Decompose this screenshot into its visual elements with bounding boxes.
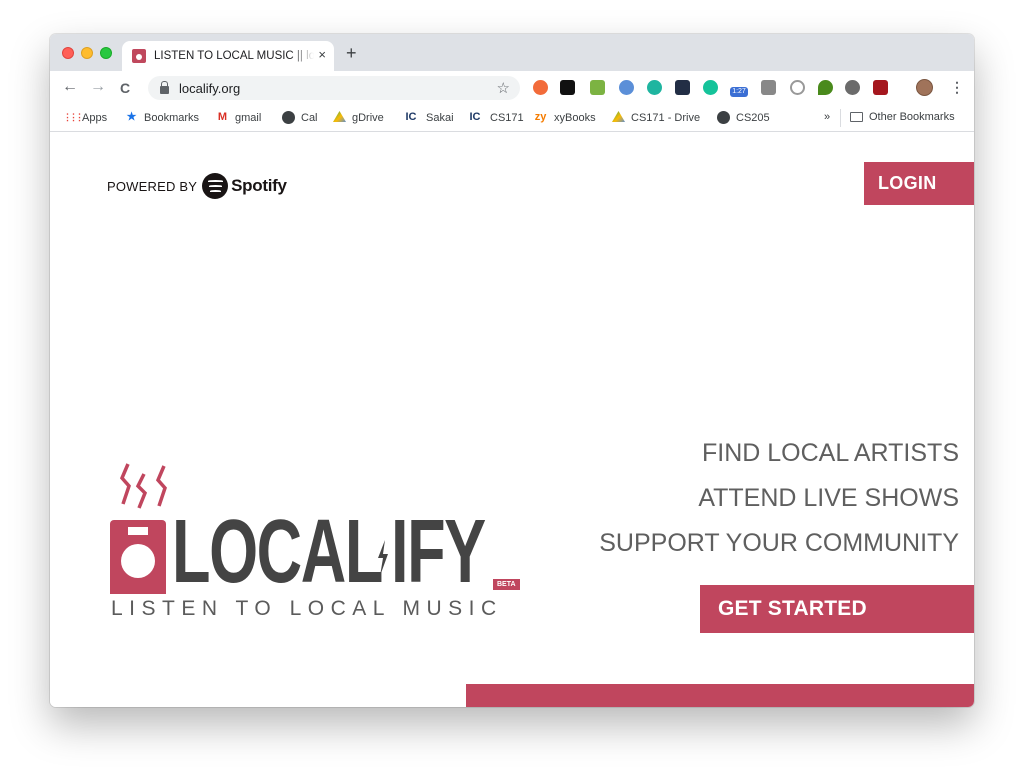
- extension-m-icon[interactable]: [647, 80, 662, 95]
- bookmarks-bar: ⋮⋮⋮ Apps ★ Bookmarks M gmail Cal gDrive …: [50, 105, 974, 132]
- close-window-button[interactable]: [62, 47, 74, 59]
- extension-circle-icon[interactable]: [845, 80, 860, 95]
- drive-icon: [612, 111, 625, 123]
- address-bar[interactable]: localify.org ☆: [148, 76, 520, 100]
- new-tab-button[interactable]: +: [346, 44, 357, 62]
- localify-favicon-icon: [132, 49, 146, 63]
- feature-support-community: SUPPORT YOUR COMMUNITY: [599, 529, 959, 557]
- bookmark-gmail[interactable]: M gmail: [216, 111, 261, 124]
- gmail-icon: M: [217, 111, 228, 123]
- logo-ify-text: IFY: [391, 502, 486, 602]
- other-bookmarks[interactable]: Other Bookmarks: [850, 111, 955, 123]
- browser-window: LISTEN TO LOCAL MUSIC || localify × + ← …: [50, 34, 974, 707]
- tab-strip: LISTEN TO LOCAL MUSIC || localify × +: [50, 34, 974, 71]
- extension-ublock-icon[interactable]: [873, 80, 888, 95]
- extension-location-icon[interactable]: [818, 80, 833, 95]
- extension-grammarly-icon[interactable]: [703, 80, 718, 95]
- feature-find-artists: FIND LOCAL ARTISTS: [701, 439, 959, 467]
- globe-icon: [717, 111, 730, 124]
- bottom-accent-bar: [466, 684, 974, 707]
- lock-icon: [160, 80, 169, 94]
- url-text[interactable]: localify.org: [179, 81, 240, 96]
- reload-button[interactable]: C: [120, 79, 130, 97]
- browser-toolbar: ← → C localify.org ☆ 1:27 ⋮: [50, 71, 974, 105]
- extension-timer-icon[interactable]: 1:27: [730, 87, 748, 97]
- logo-local-text: LOCAL: [172, 502, 383, 602]
- bookmark-cs171[interactable]: IC CS171: [466, 111, 524, 124]
- tab-close-icon[interactable]: ×: [318, 48, 326, 62]
- extension-blue-icon[interactable]: [619, 80, 634, 95]
- maximize-window-button[interactable]: [100, 47, 112, 59]
- minimize-window-button[interactable]: [81, 47, 93, 59]
- globe-icon: [282, 111, 295, 124]
- bookmark-cs171-drive[interactable]: CS171 - Drive: [612, 111, 700, 124]
- extension-jb-icon[interactable]: [560, 80, 575, 95]
- sound-waves-icon: [120, 463, 167, 509]
- login-button[interactable]: LOGIN: [864, 162, 974, 205]
- feature-live-shows: ATTEND LIVE SHOWS: [698, 484, 959, 512]
- logo-tagline: LISTEN TO LOCAL MUSIC: [111, 597, 503, 620]
- speaker-logo-icon: [110, 520, 166, 594]
- bookmark-xybooks[interactable]: zy xyBooks: [533, 111, 596, 124]
- bookmark-bookmarks[interactable]: ★ Bookmarks: [125, 111, 199, 124]
- bookmark-apps[interactable]: ⋮⋮⋮ Apps: [63, 111, 107, 124]
- page-content: POWERED BY Spotify LOGIN LOCAL IFY BETA …: [50, 132, 974, 707]
- spotify-wordmark: Spotify: [231, 176, 287, 195]
- extension-orange-icon[interactable]: [533, 80, 548, 95]
- star-icon: ★: [126, 111, 137, 123]
- powered-by-text: POWERED BY: [107, 178, 198, 194]
- extension-react-icon[interactable]: [675, 80, 690, 95]
- bookmark-cs205[interactable]: CS205: [717, 111, 770, 124]
- tab-localify[interactable]: LISTEN TO LOCAL MUSIC || localify ×: [122, 41, 334, 71]
- zy-icon: zy: [534, 111, 547, 123]
- beta-badge: BETA: [493, 579, 520, 590]
- bolt-icon: [378, 540, 388, 576]
- apps-grid-icon: ⋮⋮⋮: [63, 112, 84, 122]
- bookmarks-divider: [840, 109, 841, 127]
- extension-chart-icon[interactable]: [761, 80, 776, 95]
- get-started-button[interactable]: GET STARTED: [700, 585, 974, 633]
- drive-icon: [333, 111, 346, 123]
- bookmark-sakai[interactable]: IC Sakai: [402, 111, 454, 124]
- bookmarks-overflow-button[interactable]: »: [824, 111, 830, 123]
- back-button[interactable]: ←: [62, 78, 78, 96]
- forward-button[interactable]: →: [90, 78, 106, 96]
- menu-icon[interactable]: ⋮: [950, 79, 964, 95]
- folder-icon: [850, 112, 863, 122]
- ic-icon: IC: [405, 111, 417, 123]
- extension-leaf-icon[interactable]: [590, 80, 605, 95]
- bookmark-cal[interactable]: Cal: [282, 111, 318, 124]
- bookmark-star-icon[interactable]: ☆: [497, 79, 510, 97]
- bookmark-gdrive[interactable]: gDrive: [333, 111, 384, 124]
- tab-title: LISTEN TO LOCAL MUSIC || localify: [154, 50, 314, 62]
- ic-icon: IC: [469, 111, 481, 123]
- extension-record-icon[interactable]: [790, 80, 805, 95]
- powered-by-spotify: POWERED BY Spotify: [107, 173, 287, 199]
- profile-avatar[interactable]: [916, 79, 933, 96]
- spotify-icon: [202, 173, 229, 199]
